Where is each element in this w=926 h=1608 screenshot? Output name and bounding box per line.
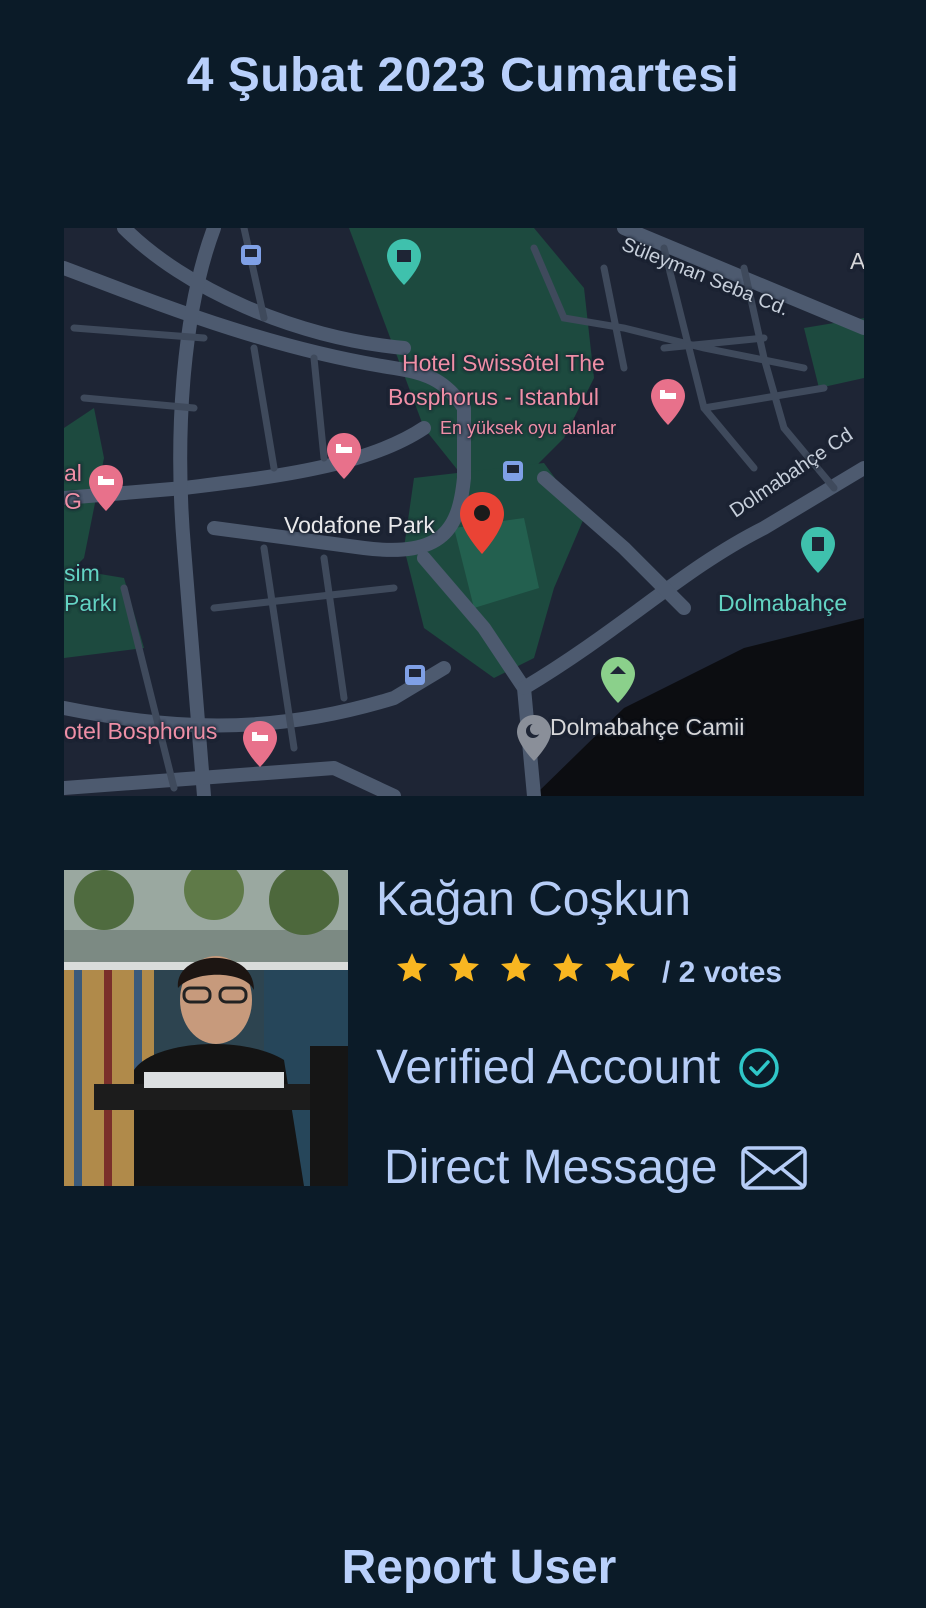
bus-stop-icon[interactable] (404, 664, 426, 686)
star-icon (553, 953, 583, 982)
direct-message-label: Direct Message (384, 1141, 718, 1194)
location-map[interactable]: Süleyman Seba Cd. Hotel Swissôtel The Bo… (64, 228, 864, 796)
place-label-left-edge-1: al (64, 460, 82, 486)
bus-stop-icon[interactable] (502, 460, 524, 482)
avatar-photo (64, 870, 348, 1186)
park-icon[interactable] (800, 526, 836, 574)
user-name: Kağan Coşkun (376, 873, 691, 926)
direct-message-button[interactable]: Direct Message (384, 1140, 808, 1195)
star-icon (397, 953, 427, 982)
page-title: 4 Şubat 2023 Cumartesi (186, 49, 740, 102)
report-user-button[interactable]: Report User (0, 1540, 926, 1595)
place-label-park-left-1: sim (64, 560, 100, 586)
bus-stop-icon[interactable] (240, 244, 262, 266)
landmark-icon[interactable] (386, 238, 422, 286)
place-label-park-left-2: Parkı (64, 590, 118, 616)
rating-stars (394, 950, 654, 986)
mosque-icon[interactable] (516, 714, 552, 762)
place-label-hotel-swissotel: Hotel Swissôtel The (402, 350, 605, 376)
verified-check-icon (739, 1047, 779, 1088)
vote-count: / 2 votes (662, 956, 783, 989)
star-icon (449, 953, 479, 982)
place-label-hotel-swissotel-sub: En yüksek oyu alanlar (440, 418, 617, 438)
place-label-dolmabahce: Dolmabahçe (718, 590, 848, 616)
place-label-dolmabahce-camii: Dolmabahçe Camii (550, 714, 745, 740)
place-label-hotel-swissotel-2: Bosphorus - Istanbul (388, 384, 599, 410)
place-label-right-edge: A (850, 248, 864, 274)
location-pin-icon[interactable] (458, 490, 506, 556)
place-label-left-edge-2: G (64, 488, 82, 514)
user-avatar[interactable] (64, 870, 348, 1186)
hotel-pin-icon[interactable] (650, 378, 686, 426)
hotel-pin-icon[interactable] (326, 432, 362, 480)
park-icon[interactable] (600, 656, 636, 704)
verified-account: Verified Account (376, 1040, 780, 1095)
star-icon (501, 953, 531, 982)
verified-label: Verified Account (376, 1041, 721, 1094)
star-icon (605, 953, 635, 982)
mail-icon (741, 1145, 808, 1190)
hotel-pin-icon[interactable] (242, 720, 278, 768)
place-label-vodafone-park: Vodafone Park (284, 512, 435, 538)
place-label-hotel-bosphorus: otel Bosphorus (64, 718, 218, 744)
hotel-pin-icon[interactable] (88, 464, 124, 512)
